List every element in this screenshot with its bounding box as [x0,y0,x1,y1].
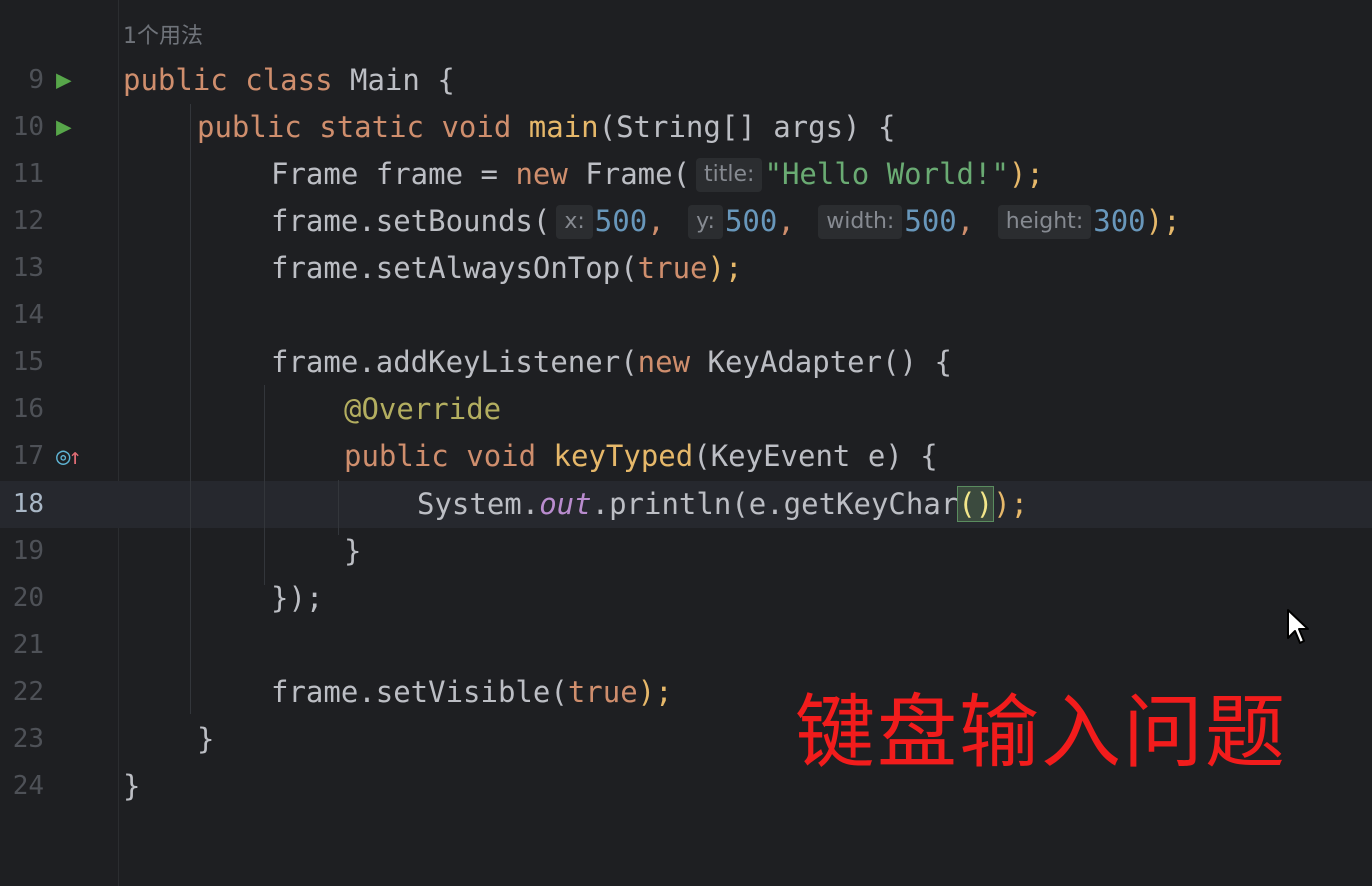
code-line-21[interactable]: 21 [0,622,1372,669]
line-number: 10 [12,112,44,142]
mouse-pointer-icon [1287,609,1309,644]
code-line-18[interactable]: 18 System.out.println(e.getKeyChar()); [0,481,1372,528]
code-line-11[interactable]: 11 Frame frame = new Frame(title: "Hello … [0,151,1372,198]
line-number: 13 [12,253,44,283]
line-number: 17 [12,441,44,471]
code-segment: ); [993,487,1029,521]
code-line-13[interactable]: 13 frame.setAlwaysOnTop(true); [0,245,1372,292]
code-rest: (String[] args) { [598,110,896,144]
code-text: public static void main(String[] args) { [197,104,895,151]
line-number: 22 [12,677,44,707]
line-number: 9 [28,65,44,95]
code-line-16[interactable]: 16 @Override [0,386,1372,433]
code-text: Frame frame = new Frame(title: "Hello Wor… [271,151,1044,198]
line-number: 18 [12,489,44,519]
code-segment: frame.setVisible( [271,675,568,709]
keyword: public [123,63,228,97]
code-text: public void keyTyped(KeyEvent e) { [344,433,938,480]
param-hint-title: title: [696,158,763,192]
class-name: Main [350,63,420,97]
param-hint-height: height: [997,205,1092,239]
usage-hint[interactable]: 1个用法 [123,18,203,50]
line-number: 19 [12,536,44,566]
number-literal: 500 [724,204,778,238]
string-literal: "Hello World!" [764,157,1009,191]
keyword: class [245,63,333,97]
keyword: void [466,439,537,473]
code-segment: Frame frame = [271,157,516,191]
code-text: frame.setBounds(x: 500, y: 500, width: 500,… [271,204,1181,239]
code-text: frame.setVisible(true); [271,669,673,716]
code-segment: frame.setAlwaysOnTop( [271,251,638,285]
keyword: public [197,110,302,144]
code-text: @Override [344,386,501,433]
code-segment: ); [1145,204,1181,238]
code-line-10[interactable]: 10 ▶ public static void main(String[] ar… [0,104,1372,151]
code-text: } [123,763,140,810]
line-number: 24 [12,771,44,801]
run-gutter-icon[interactable]: ▶ [56,57,72,104]
code-segment: ); [707,251,743,285]
code-segment: frame.addKeyListener( [271,345,638,379]
keyword: static [319,110,424,144]
code-segment: }); [271,581,324,615]
code-text: }); [271,575,323,622]
code-text: } [197,716,214,763]
param-hint-y: y: [688,205,723,239]
code-segment: Frame( [567,157,691,191]
keyword: true [567,675,638,709]
line-number: 15 [12,347,44,377]
static-field: out [539,487,592,521]
code-line-17[interactable]: 17 ◎↑ public void keyTyped(KeyEvent e) { [0,433,1372,480]
line-number: 16 [12,394,44,424]
line-number: 20 [12,583,44,613]
line-number: 11 [12,159,44,189]
number-literal: 300 [1093,204,1146,238]
code-segment: frame.setBounds( [271,204,551,238]
code-text: } [344,528,361,575]
code-segment: ); [1008,157,1044,191]
brace: } [197,722,215,756]
function-name: keyTyped [553,439,694,473]
keyword: void [441,110,512,144]
keyword: new [515,157,568,191]
code-text: frame.addKeyListener(new KeyAdapter() { [271,339,952,386]
code-line-9[interactable]: 9 ▶ public class Main { [0,57,1372,104]
code-segment: System. [417,487,540,521]
matched-parens: () [957,486,995,522]
code-line-12[interactable]: 12 frame.setBounds(x: 500, y: 500, width: 5… [0,198,1372,245]
brace: { [437,63,455,97]
line-number: 12 [12,206,44,236]
number-literal: 500 [904,204,957,238]
overlay-caption: 键盘输入问题 [795,686,1287,779]
brace: } [344,534,362,568]
code-rest: (KeyEvent e) { [693,439,938,473]
run-gutter-icon[interactable]: ▶ [56,104,72,151]
param-hint-x: x: [556,205,593,239]
code-line-20[interactable]: 20 }); [0,575,1372,622]
keyword: true [637,251,708,285]
number-literal: 500 [594,204,648,238]
keyword: new [637,345,691,379]
code-line-15[interactable]: 15 frame.addKeyListener(new KeyAdapter()… [0,339,1372,386]
line-number: 14 [12,300,44,330]
brace: } [123,769,141,803]
keyword: public [344,439,449,473]
code-line-19[interactable]: 19 } [0,528,1372,575]
code-text: frame.setAlwaysOnTop(true); [271,245,742,292]
code-text: public class Main { [123,57,455,104]
annotation: @Override [344,392,502,426]
line-number: 21 [12,630,44,660]
override-gutter-icon[interactable]: ◎↑ [56,433,84,480]
code-segment: ); [637,675,673,709]
code-segment: .println(e.getKeyChar [591,487,959,521]
param-hint-width: width: [818,205,903,239]
line-number: 23 [12,724,44,754]
code-line-14[interactable]: 14 [0,292,1372,339]
code-segment: KeyAdapter() { [690,345,952,379]
function-name: main [528,110,599,144]
code-text: System.out.println(e.getKeyChar()); [417,481,1028,528]
